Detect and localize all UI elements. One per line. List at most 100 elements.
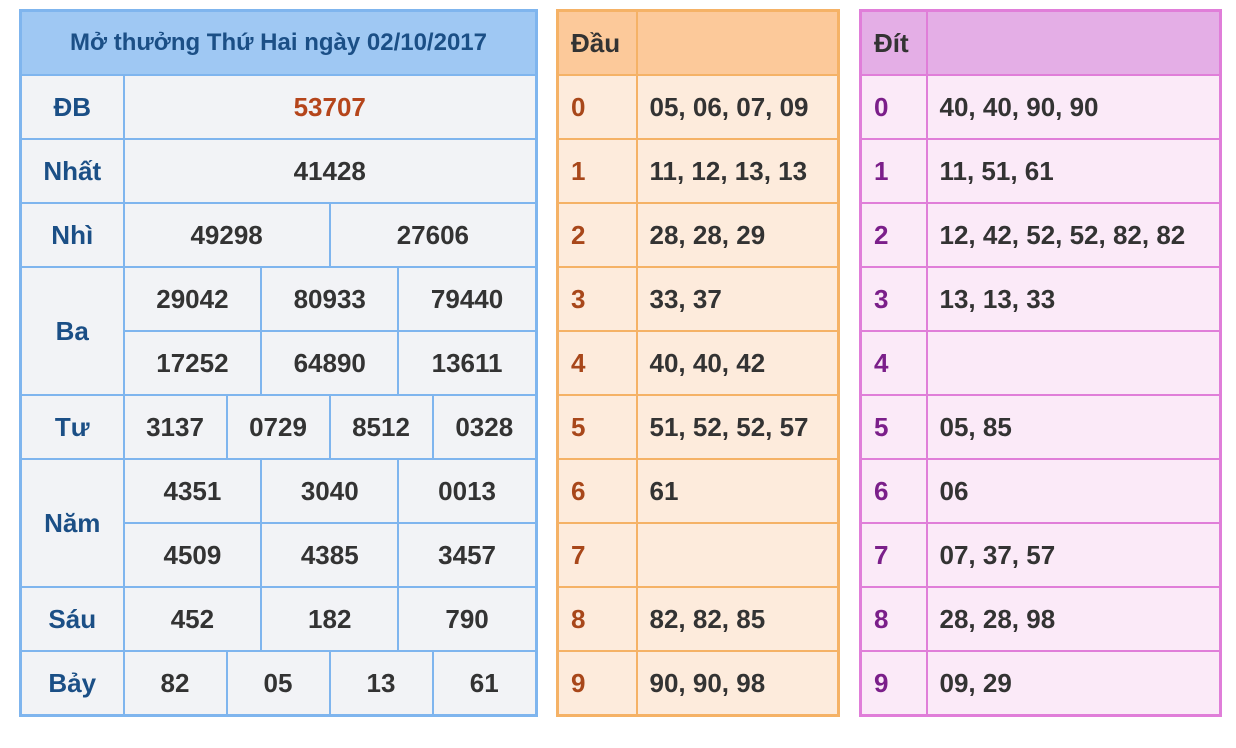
dit-key: 7 xyxy=(859,522,928,588)
dit-row: 8 28, 28, 98 xyxy=(859,586,1222,652)
prize-row-bay: Bảy 82 05 13 61 xyxy=(19,650,538,717)
prize-row-ba: Ba 29042 80933 79440 xyxy=(19,266,538,396)
dau-row: 9 90, 90, 98 xyxy=(556,650,840,717)
prize-value: 64890 xyxy=(261,332,400,394)
prize-subgrid: 452 182 790 xyxy=(124,588,536,650)
prize-label-nhat: Nhất xyxy=(19,138,125,204)
prize-value: 13611 xyxy=(431,347,503,378)
dit-row: 2 12, 42, 52, 52, 82, 82 xyxy=(859,202,1222,268)
dau-values: 28, 28, 29 xyxy=(635,202,840,268)
dau-row: 5 51, 52, 52, 57 xyxy=(556,394,840,460)
dau-row: 3 33, 37 xyxy=(556,266,840,332)
prize-values-cell: 29042 80933 79440 xyxy=(122,266,538,332)
dit-key: 9 xyxy=(859,650,928,717)
prize-value: 0328 xyxy=(431,394,538,460)
prize-value: 17252 xyxy=(124,332,263,394)
dit-header-blank xyxy=(925,9,1222,76)
dit-values: 12, 42, 52, 52, 82, 82 xyxy=(925,202,1222,268)
prize-value: 4509 xyxy=(124,524,263,586)
prize-value: 49298 xyxy=(124,204,331,266)
prize-value: 182 xyxy=(261,588,400,650)
dit-row: 1 11, 51, 61 xyxy=(859,138,1222,204)
dau-header-row: Đầu xyxy=(556,9,840,76)
dit-key: 8 xyxy=(859,586,928,652)
prize-value: 452 xyxy=(124,588,263,650)
prize-values-cell: 452 182 790 xyxy=(122,586,538,652)
dau-key: 3 xyxy=(556,266,638,332)
dit-key: 0 xyxy=(859,74,928,140)
dau-key: 6 xyxy=(556,458,638,524)
dau-values: 51, 52, 52, 57 xyxy=(635,394,840,460)
dau-row: 0 05, 06, 07, 09 xyxy=(556,74,840,140)
dit-key: 3 xyxy=(859,266,928,332)
prize-row-nhat: Nhất 41428 xyxy=(19,138,538,204)
prize-value: 3137 xyxy=(122,394,228,460)
prize-value: 790 xyxy=(445,603,489,634)
prize-subgrid: 49298 27606 xyxy=(124,204,536,266)
dau-key: 9 xyxy=(556,650,638,717)
prize-values-cell: 17252 64890 13611 xyxy=(122,330,538,396)
dit-header: Đít xyxy=(859,9,928,76)
prize-value: 41428 xyxy=(122,138,538,204)
dit-values: 09, 29 xyxy=(925,650,1222,717)
dau-table: Đầu 0 05, 06, 07, 09 1 11, 12, 13, 13 2 28,… xyxy=(556,9,840,717)
prize-value: 4351 xyxy=(124,460,263,522)
dit-key: 5 xyxy=(859,394,928,460)
lottery-results-table: Mở thưởng Thứ Hai ngày 02/10/2017 ĐB 537… xyxy=(19,9,538,717)
dit-values: 28, 28, 98 xyxy=(925,586,1222,652)
prize-value: 13 xyxy=(328,650,434,717)
prize-label-sau: Sáu xyxy=(19,586,125,652)
prize-subgrid: 17252 64890 13611 xyxy=(124,332,536,394)
prize-value: 05 xyxy=(225,650,331,717)
dau-key: 7 xyxy=(556,522,638,588)
prize-row-nam: Năm 4351 3040 0013 xyxy=(19,458,538,588)
dit-row: 3 13, 13, 33 xyxy=(859,266,1222,332)
prize-value: 53707 xyxy=(122,74,538,140)
prize-values-cell: 49298 27606 xyxy=(122,202,538,268)
dau-row: 6 61 xyxy=(556,458,840,524)
prize-row-nhi: Nhì 49298 27606 xyxy=(19,202,538,268)
dau-values: 40, 40, 42 xyxy=(635,330,840,396)
dau-key: 8 xyxy=(556,586,638,652)
dau-row: 8 82, 82, 85 xyxy=(556,586,840,652)
prize-label-ba: Ba xyxy=(19,266,125,396)
dau-header-blank xyxy=(635,9,840,76)
dit-row: 4 xyxy=(859,330,1222,396)
dau-key: 1 xyxy=(556,138,638,204)
dit-row: 5 05, 85 xyxy=(859,394,1222,460)
prize-value: 29042 xyxy=(124,268,263,330)
prize-value: 80933 xyxy=(261,268,400,330)
dit-key: 4 xyxy=(859,330,928,396)
dit-row: 9 09, 29 xyxy=(859,650,1222,717)
dit-row: 7 07, 37, 57 xyxy=(859,522,1222,588)
prize-values-cell: 4351 3040 0013 xyxy=(122,458,538,524)
dau-key: 2 xyxy=(556,202,638,268)
prize-value: 79440 xyxy=(430,283,504,314)
prize-label-nam: Năm xyxy=(19,458,125,588)
dit-row: 6 06 xyxy=(859,458,1222,524)
dau-values: 05, 06, 07, 09 xyxy=(635,74,840,140)
dit-values: 06 xyxy=(925,458,1222,524)
dit-key: 6 xyxy=(859,458,928,524)
prize-value: 4385 xyxy=(261,524,400,586)
prize-row-db: ĐB 53707 xyxy=(19,74,538,140)
prize-label-db: ĐB xyxy=(19,74,125,140)
prize-row-sau: Sáu 452 182 790 xyxy=(19,586,538,652)
dau-header: Đầu xyxy=(556,9,638,76)
dau-values: 82, 82, 85 xyxy=(635,586,840,652)
prize-value: 0729 xyxy=(225,394,331,460)
results-title: Mở thưởng Thứ Hai ngày 02/10/2017 xyxy=(19,9,538,76)
dau-key: 0 xyxy=(556,74,638,140)
dau-row: 2 28, 28, 29 xyxy=(556,202,840,268)
dau-row: 4 40, 40, 42 xyxy=(556,330,840,396)
prize-label-bay: Bảy xyxy=(19,650,125,717)
results-header-row: Mở thưởng Thứ Hai ngày 02/10/2017 xyxy=(19,9,538,76)
prize-value: 3457 xyxy=(438,539,496,570)
prize-label-nhi: Nhì xyxy=(19,202,125,268)
dit-key: 1 xyxy=(859,138,928,204)
dit-values: 05, 85 xyxy=(925,394,1222,460)
prize-label-tu: Tư xyxy=(19,394,125,460)
dit-values: 13, 13, 33 xyxy=(925,266,1222,332)
prize-value: 0013 xyxy=(438,475,496,506)
prize-subgrid: 4351 3040 0013 xyxy=(124,460,536,522)
